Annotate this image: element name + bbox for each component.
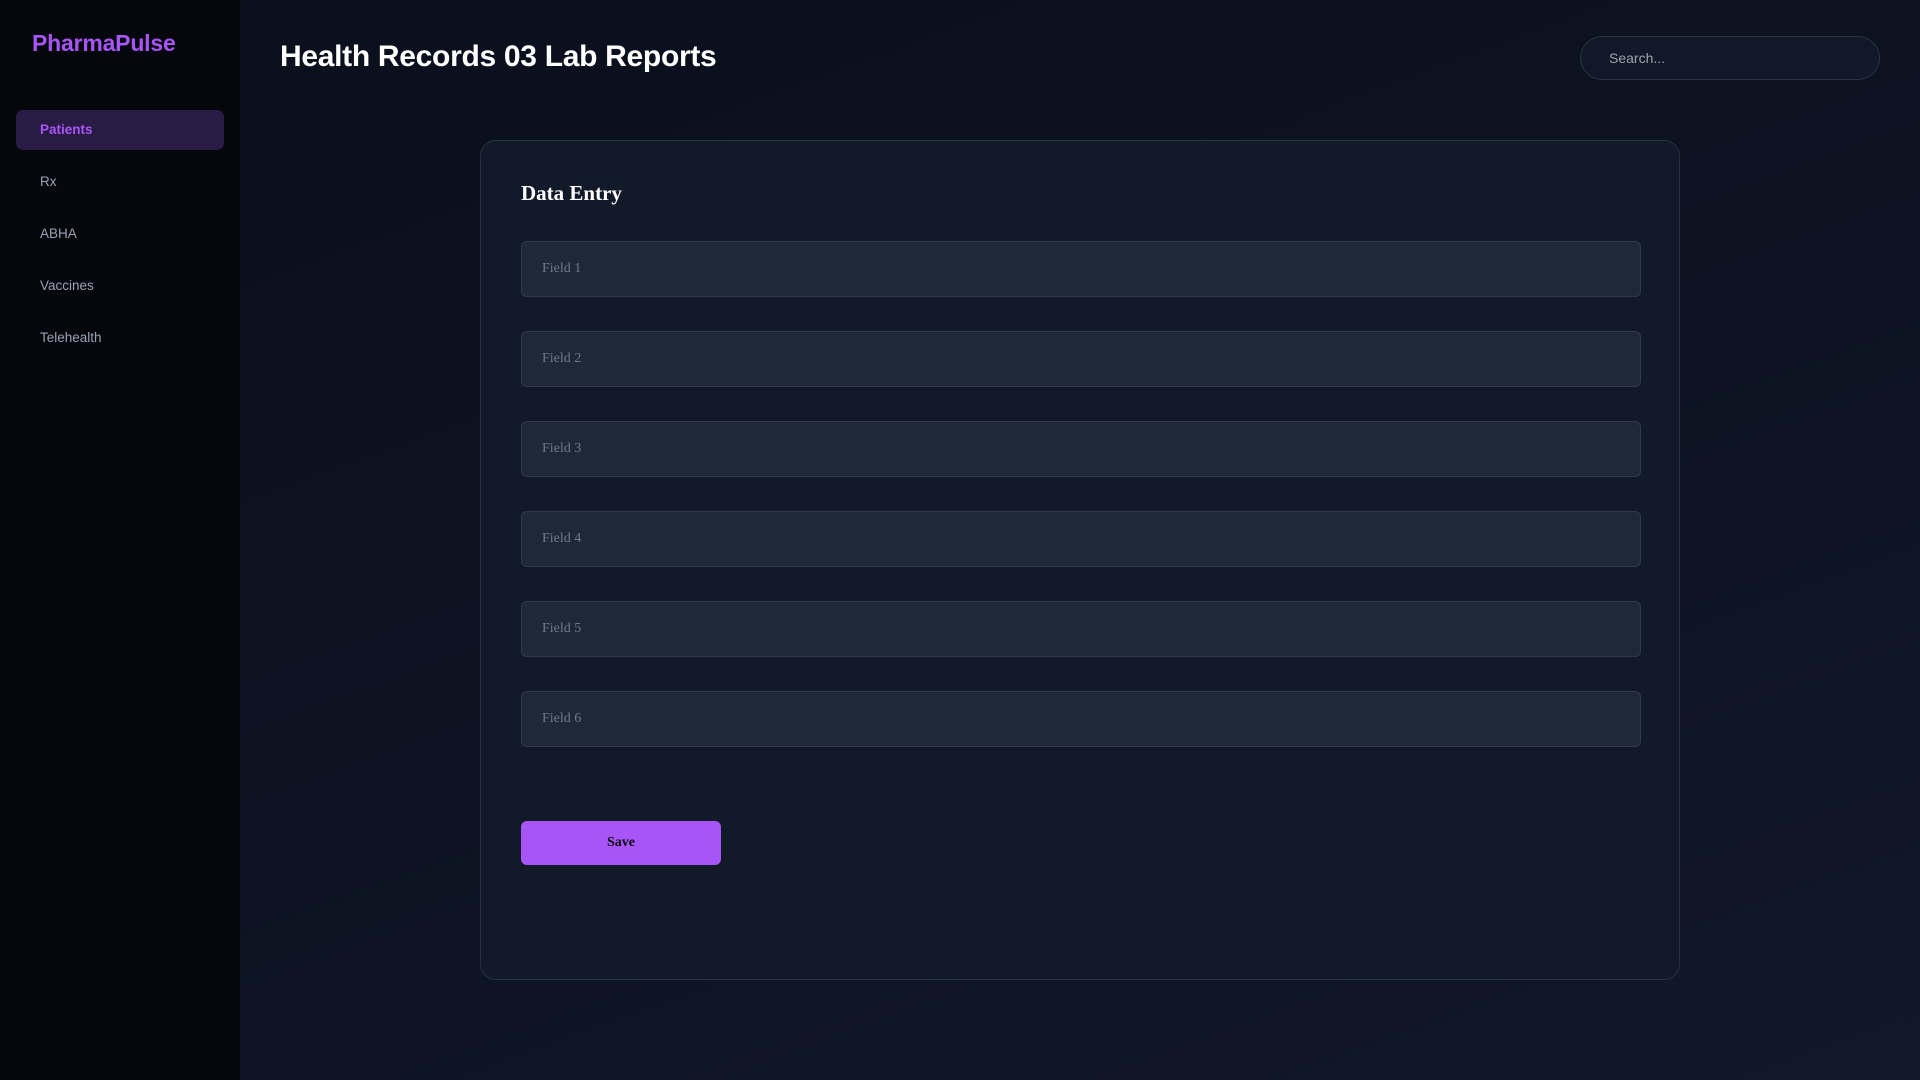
field-1-input[interactable]	[521, 241, 1641, 297]
data-entry-card: Data Entry Save	[480, 140, 1680, 980]
sidebar-item-vaccines[interactable]: Vaccines	[16, 266, 224, 306]
sidebar-item-patients[interactable]: Patients	[16, 110, 224, 150]
sidebar: PharmaPulse Patients Rx ABHA Vaccines Te…	[0, 0, 240, 1080]
brand-logo[interactable]: PharmaPulse	[32, 30, 176, 57]
sidebar-nav: Patients Rx ABHA Vaccines Telehealth	[16, 110, 224, 370]
page-title: Health Records 03 Lab Reports	[280, 40, 717, 73]
field-4-input[interactable]	[521, 511, 1641, 567]
field-5-input[interactable]	[521, 601, 1641, 657]
field-2-input[interactable]	[521, 331, 1641, 387]
save-button[interactable]: Save	[521, 821, 721, 865]
field-6-input[interactable]	[521, 691, 1641, 747]
field-3-input[interactable]	[521, 421, 1641, 477]
sidebar-item-abha[interactable]: ABHA	[16, 214, 224, 254]
sidebar-item-rx[interactable]: Rx	[16, 162, 224, 202]
search-input[interactable]	[1580, 36, 1880, 80]
sidebar-item-telehealth[interactable]: Telehealth	[16, 318, 224, 358]
card-title: Data Entry	[521, 181, 622, 205]
